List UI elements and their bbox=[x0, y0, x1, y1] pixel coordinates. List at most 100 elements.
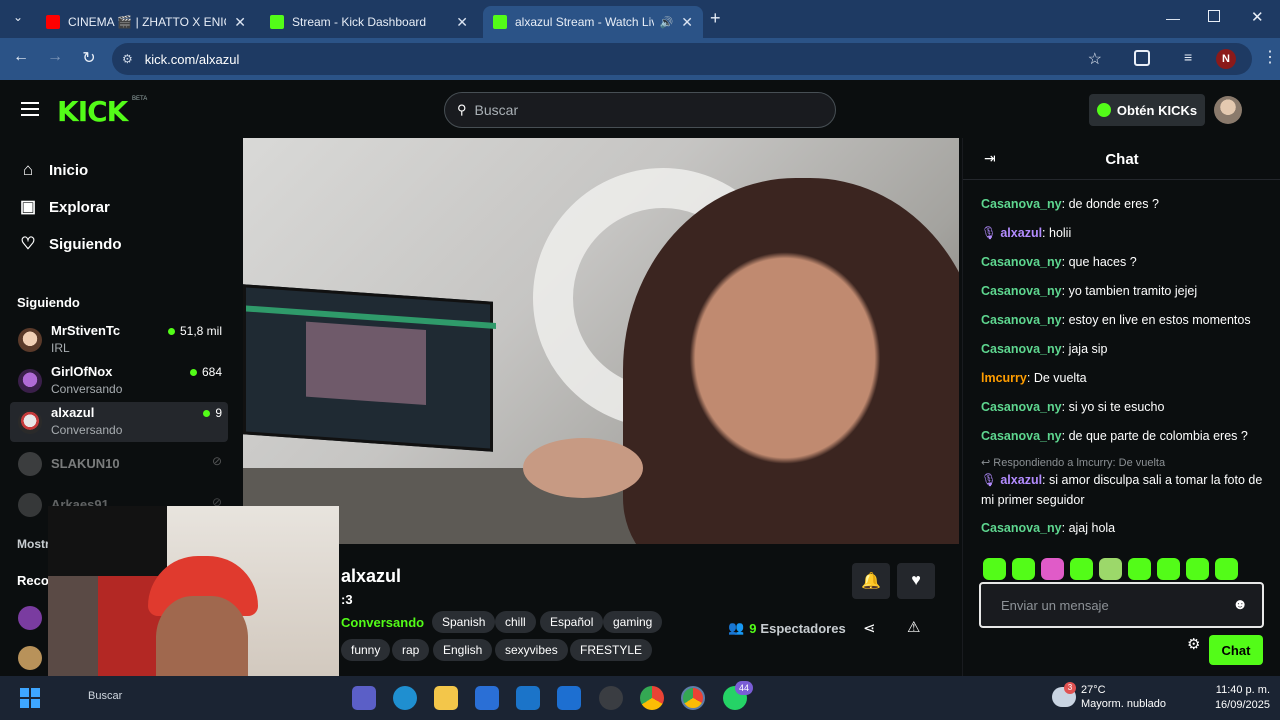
close-tab-icon[interactable]: ✕ bbox=[456, 14, 468, 31]
speaker-icon[interactable]: 🔊 bbox=[660, 16, 674, 29]
chat-username[interactable]: Casanova_ny bbox=[981, 313, 1062, 327]
outlook-icon[interactable] bbox=[516, 686, 540, 710]
followed-channel-selected[interactable]: alxazul Conversando 9 bbox=[10, 402, 228, 442]
kick-logo[interactable]: KICK bbox=[57, 95, 128, 128]
chat-username[interactable]: Casanova_ny bbox=[981, 255, 1062, 269]
video-player[interactable] bbox=[243, 138, 959, 544]
site-info-icon[interactable]: ⚙ bbox=[122, 52, 133, 66]
url-field[interactable]: ⚙ kick.com/alxazul ☆ bbox=[112, 43, 1252, 75]
whatsapp-badge: 44 bbox=[735, 681, 754, 695]
back-icon[interactable]: ← bbox=[4, 48, 38, 66]
clock-time: 11:40 p. m. bbox=[1215, 684, 1270, 696]
browser-menu-icon[interactable]: ⋮ bbox=[1262, 47, 1278, 67]
chat-username[interactable]: Casanova_ny bbox=[981, 521, 1062, 535]
chat-username[interactable]: alxazul bbox=[1000, 473, 1042, 487]
profile-avatar[interactable]: N bbox=[1216, 49, 1236, 69]
hamburger-menu-icon[interactable] bbox=[21, 102, 39, 116]
chrome-profile-icon[interactable] bbox=[681, 686, 705, 710]
tag[interactable]: Español bbox=[540, 611, 604, 633]
teams-icon[interactable] bbox=[352, 686, 376, 710]
close-window-icon[interactable]: ✕ bbox=[1251, 8, 1264, 26]
tab-alxazul-stream[interactable]: alxazul Stream - Watch Live 🔊 ✕ bbox=[483, 6, 703, 38]
get-kicks-button[interactable]: Obtén KICKs bbox=[1089, 94, 1205, 126]
chat-username[interactable]: alxazul bbox=[1000, 226, 1042, 240]
streamer-figure bbox=[623, 178, 959, 544]
user-avatar[interactable] bbox=[1214, 96, 1242, 124]
stream-category-link[interactable]: Conversando bbox=[341, 615, 424, 630]
weather-alert-badge: 3 bbox=[1064, 682, 1076, 694]
tag[interactable]: funny bbox=[341, 639, 391, 661]
taskbar-search-label[interactable]: Buscar bbox=[88, 690, 122, 702]
avatar[interactable] bbox=[18, 606, 42, 630]
channel-category: Conversando bbox=[51, 382, 123, 396]
avatar[interactable] bbox=[18, 646, 42, 670]
followed-channel[interactable]: GirlOfNox Conversando 684 bbox=[10, 361, 228, 401]
emote-icon[interactable] bbox=[1186, 558, 1209, 580]
send-chat-button[interactable]: Chat bbox=[1209, 635, 1263, 665]
taskbar-clock[interactable]: 11:40 p. m. 16/09/2025 bbox=[1215, 683, 1270, 713]
forward-icon[interactable]: → bbox=[38, 48, 72, 66]
emote-icon[interactable] bbox=[1099, 558, 1122, 580]
translator-icon[interactable] bbox=[557, 686, 581, 710]
file-explorer-icon[interactable] bbox=[434, 686, 458, 710]
tag[interactable]: FRESTYLE bbox=[570, 639, 653, 661]
sidebar-item-inicio[interactable]: ⌂ Inicio bbox=[17, 160, 88, 180]
obs-icon[interactable] bbox=[599, 686, 623, 710]
tab-search-chevron-icon[interactable]: ⌄ bbox=[8, 10, 28, 30]
tag[interactable]: sexyvibes bbox=[495, 639, 568, 661]
tag[interactable]: gaming bbox=[603, 611, 663, 633]
windows-start-icon[interactable] bbox=[20, 688, 40, 708]
chat-username[interactable]: Casanova_ny bbox=[981, 400, 1062, 414]
weather-widget[interactable]: 27°C Mayorm. nublado bbox=[1081, 683, 1166, 711]
chat-panel: ⇥ Chat Casanova_ny: de donde eres ? 🎙 al… bbox=[962, 138, 1280, 676]
close-tab-icon[interactable]: ✕ bbox=[234, 14, 246, 31]
chat-message-input[interactable]: Enviar un mensaje ☻ bbox=[979, 582, 1264, 628]
tab-kick-dashboard[interactable]: Stream - Kick Dashboard ✕ bbox=[260, 6, 478, 38]
chat-username[interactable]: Casanova_ny bbox=[981, 429, 1062, 443]
chat-settings-gear-icon[interactable]: ⚙ bbox=[1187, 635, 1200, 653]
chat-username[interactable]: Casanova_ny bbox=[981, 284, 1062, 298]
bookmark-star-icon[interactable]: ☆ bbox=[1088, 49, 1102, 69]
emote-icon[interactable] bbox=[1012, 558, 1035, 580]
show-more-link[interactable]: Mostr bbox=[17, 537, 50, 551]
chat-username[interactable]: Casanova_ny bbox=[981, 342, 1062, 356]
emote-icon[interactable] bbox=[1070, 558, 1093, 580]
emote-icon[interactable] bbox=[1128, 558, 1151, 580]
tab-title: CINEMA 🎬 | ZHATTO X ENIGMA bbox=[68, 15, 226, 29]
close-tab-icon[interactable]: ✕ bbox=[681, 14, 693, 31]
reply-arrow-icon: ↩ bbox=[981, 457, 994, 469]
emote-icon[interactable] bbox=[1157, 558, 1180, 580]
sidebar-item-siguiendo[interactable]: ♡ Siguiendo bbox=[17, 234, 121, 254]
chat-username[interactable]: Casanova_ny bbox=[981, 197, 1062, 211]
reply-context[interactable]: ↩ Respondiendo a lmcurry: De vuelta bbox=[981, 456, 1165, 469]
tag[interactable]: chill bbox=[495, 611, 536, 633]
edge-icon[interactable] bbox=[393, 686, 417, 710]
search-input[interactable]: ⚲ Buscar bbox=[444, 92, 836, 128]
emote-icon[interactable] bbox=[1041, 558, 1064, 580]
chrome-icon[interactable] bbox=[640, 686, 664, 710]
new-tab-button[interactable]: + bbox=[710, 8, 721, 29]
streamer-name[interactable]: alxazul bbox=[341, 566, 401, 587]
tab-cinema[interactable]: CINEMA 🎬 | ZHATTO X ENIGMA ✕ bbox=[36, 6, 256, 38]
notification-bell-button[interactable]: 🔔 bbox=[852, 563, 890, 599]
emoji-picker-icon[interactable]: ☻ bbox=[1232, 596, 1248, 613]
report-icon[interactable]: ⚠ bbox=[907, 618, 920, 636]
chat-username[interactable]: lmcurry bbox=[981, 371, 1027, 385]
emote-icon[interactable] bbox=[1215, 558, 1238, 580]
sidebar-item-explorar[interactable]: ▣ Explorar bbox=[17, 197, 110, 217]
followed-channel[interactable]: MrStivenTc IRL 51,8 mil bbox=[10, 320, 228, 360]
maximize-icon[interactable] bbox=[1208, 10, 1220, 22]
tag[interactable]: Spanish bbox=[432, 611, 496, 633]
emote-icon[interactable] bbox=[983, 558, 1006, 580]
tag[interactable]: English bbox=[433, 639, 493, 661]
minimize-icon[interactable]: — bbox=[1166, 10, 1180, 26]
share-icon[interactable]: ⋖ bbox=[863, 619, 876, 637]
reload-icon[interactable]: ↻ bbox=[72, 48, 106, 68]
store-icon[interactable] bbox=[475, 686, 499, 710]
followed-channel-offline[interactable]: SLAKUN10 ⊘ bbox=[10, 444, 228, 484]
tag[interactable]: rap bbox=[392, 639, 430, 661]
chat-text: jaja sip bbox=[1068, 342, 1108, 356]
extensions-icon[interactable] bbox=[1134, 50, 1150, 66]
follow-heart-button[interactable]: ♥ bbox=[897, 563, 935, 599]
media-control-icon[interactable]: ≡ bbox=[1184, 49, 1192, 65]
